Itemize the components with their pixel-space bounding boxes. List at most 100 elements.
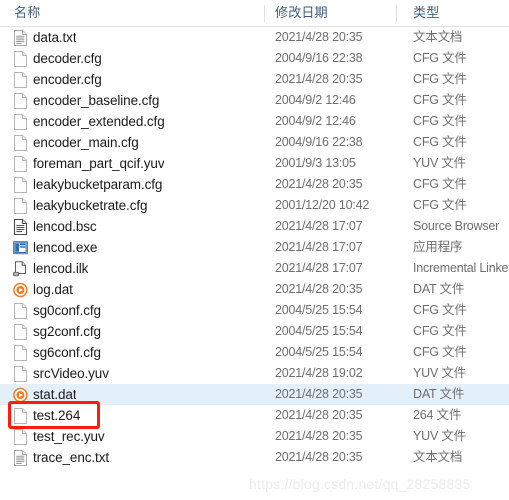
file-row[interactable]: sg2conf.cfg 2004/5/25 15:54 CFG 文件	[0, 321, 509, 342]
file-type: 264 文件	[413, 408, 462, 422]
file-type: Incremental Linker	[413, 261, 509, 275]
file-modified-date: 2004/9/2 12:46	[275, 93, 356, 107]
file-modified-date: 2004/5/25 15:54	[275, 303, 363, 317]
file-modified-date: 2021/4/28 20:35	[275, 429, 363, 443]
file-type: CFG 文件	[413, 114, 467, 128]
file-type: CFG 文件	[413, 198, 467, 212]
column-divider-2[interactable]	[396, 5, 397, 22]
file-name[interactable]: lencod.bsc	[33, 216, 97, 237]
file-row[interactable]: encoder.cfg 2021/4/28 20:35 CFG 文件	[0, 69, 509, 90]
file-type: DAT 文件	[413, 387, 465, 401]
file-row[interactable]: lencod.ilk 2021/4/28 17:07 Incremental Lin…	[0, 258, 509, 279]
file-name[interactable]: lencod.exe	[33, 237, 97, 258]
file-row[interactable]: decoder.cfg 2004/9/16 22:38 CFG 文件	[0, 48, 509, 69]
file-type: CFG 文件	[413, 93, 467, 107]
media-dat-icon	[13, 282, 28, 298]
blank-document-icon	[13, 93, 28, 109]
blank-document-icon	[13, 408, 28, 424]
file-row[interactable]: foreman_part_qcif.yuv 2001/9/3 13:05 YUV 文…	[0, 153, 509, 174]
file-row[interactable]: data.txt 2021/4/28 20:35 文本文档	[0, 27, 509, 48]
file-name[interactable]: data.txt	[33, 27, 76, 48]
clipped-glyph-artifact: ••	[128, 0, 137, 5]
blank-document-icon	[13, 177, 28, 193]
file-modified-date: 2021/4/28 20:35	[275, 282, 363, 296]
file-name[interactable]: foreman_part_qcif.yuv	[33, 153, 164, 174]
file-name[interactable]: encoder_extended.cfg	[33, 111, 165, 132]
file-name[interactable]: sg6conf.cfg	[33, 342, 101, 363]
file-row[interactable]: test.264 2021/4/28 20:35 264 文件	[0, 405, 509, 426]
file-modified-date: 2004/5/25 15:54	[275, 324, 363, 338]
file-name[interactable]: sg0conf.cfg	[33, 300, 101, 321]
file-row[interactable]: test_rec.yuv 2021/4/28 20:35 YUV 文件	[0, 426, 509, 447]
source-browser-icon	[13, 219, 28, 235]
file-type: YUV 文件	[413, 156, 466, 170]
file-name[interactable]: sg2conf.cfg	[33, 321, 101, 342]
file-name[interactable]: leakybucketparam.cfg	[33, 174, 162, 195]
file-modified-date: 2021/4/28 20:35	[275, 387, 363, 401]
blank-document-icon	[13, 135, 28, 151]
file-type: YUV 文件	[413, 429, 466, 443]
media-dat-icon	[13, 387, 28, 403]
file-row[interactable]: log.dat 2021/4/28 20:35 DAT 文件	[0, 279, 509, 300]
file-modified-date: 2001/9/3 13:05	[275, 156, 356, 170]
file-type: CFG 文件	[413, 303, 467, 317]
file-row[interactable]: lencod.bsc 2021/4/28 17:07 Source Browser	[0, 216, 509, 237]
column-header-type[interactable]: 类型	[413, 0, 439, 26]
file-row[interactable]: sg0conf.cfg 2004/5/25 15:54 CFG 文件	[0, 300, 509, 321]
file-row[interactable]: srcVideo.yuv 2021/4/28 19:02 YUV 文件	[0, 363, 509, 384]
file-modified-date: 2021/4/28 20:35	[275, 72, 363, 86]
file-modified-date: 2004/9/16 22:38	[275, 135, 363, 149]
file-name[interactable]: stat.dat	[33, 384, 76, 405]
file-modified-date: 2021/4/28 17:07	[275, 219, 363, 233]
file-row[interactable]: encoder_extended.cfg 2004/9/2 12:46 CFG 文件	[0, 111, 509, 132]
file-modified-date: 2004/5/25 15:54	[275, 345, 363, 359]
file-name[interactable]: lencod.ilk	[33, 258, 88, 279]
file-modified-date: 2021/4/28 20:35	[275, 408, 363, 422]
file-modified-date: 2021/4/28 20:35	[275, 30, 363, 44]
file-name[interactable]: encoder_main.cfg	[33, 132, 139, 153]
file-row[interactable]: encoder_baseline.cfg 2004/9/2 12:46 CFG 文件	[0, 90, 509, 111]
file-row[interactable]: lencod.exe 2021/4/28 17:07 应用程序	[0, 237, 509, 258]
file-row[interactable]: sg6conf.cfg 2004/5/25 15:54 CFG 文件	[0, 342, 509, 363]
file-modified-date: 2021/4/28 19:02	[275, 366, 363, 380]
file-name[interactable]: encoder_baseline.cfg	[33, 90, 159, 111]
column-divider-1[interactable]	[264, 5, 265, 22]
blank-document-icon	[13, 303, 28, 319]
file-list[interactable]: data.txt 2021/4/28 20:35 文本文档 decoder.cfg 20…	[0, 27, 509, 468]
blank-document-icon	[13, 72, 28, 88]
file-name[interactable]: leakybucketrate.cfg	[33, 195, 147, 216]
file-type: CFG 文件	[413, 135, 467, 149]
column-header-date[interactable]: 修改日期	[275, 0, 328, 26]
file-modified-date: 2021/4/28 17:07	[275, 261, 363, 275]
file-type: 文本文档	[413, 450, 463, 464]
file-name[interactable]: test.264	[33, 405, 80, 426]
file-type: CFG 文件	[413, 177, 467, 191]
application-icon	[13, 240, 28, 256]
file-type: CFG 文件	[413, 51, 467, 65]
blank-document-icon	[13, 114, 28, 130]
file-name[interactable]: encoder.cfg	[33, 69, 102, 90]
column-header-name[interactable]: 名称	[14, 0, 40, 26]
file-row[interactable]: trace_enc.txt 2021/4/28 20:35 文本文档	[0, 447, 509, 468]
file-row[interactable]: stat.dat 2021/4/28 20:35 DAT 文件	[0, 384, 509, 405]
file-row[interactable]: leakybucketrate.cfg 2001/12/20 10:42 CFG 文…	[0, 195, 509, 216]
file-name[interactable]: trace_enc.txt	[33, 447, 109, 468]
blank-document-icon	[13, 345, 28, 361]
column-header-bar: •• 名称 修改日期 类型	[0, 0, 509, 27]
blank-document-icon	[13, 324, 28, 340]
file-type: DAT 文件	[413, 282, 465, 296]
file-name[interactable]: test_rec.yuv	[33, 426, 105, 447]
file-type: 文本文档	[413, 30, 463, 44]
file-type: CFG 文件	[413, 324, 467, 338]
blank-document-icon	[13, 156, 28, 172]
file-type: CFG 文件	[413, 345, 467, 359]
file-row[interactable]: leakybucketparam.cfg 2021/4/28 20:35 CFG 文…	[0, 174, 509, 195]
file-row[interactable]: encoder_main.cfg 2004/9/16 22:38 CFG 文件	[0, 132, 509, 153]
blank-document-icon	[13, 366, 28, 382]
file-type: CFG 文件	[413, 72, 467, 86]
file-modified-date: 2021/4/28 20:35	[275, 177, 363, 191]
file-name[interactable]: srcVideo.yuv	[33, 363, 109, 384]
file-name[interactable]: decoder.cfg	[33, 48, 102, 69]
file-modified-date: 2004/9/16 22:38	[275, 51, 363, 65]
file-name[interactable]: log.dat	[33, 279, 73, 300]
